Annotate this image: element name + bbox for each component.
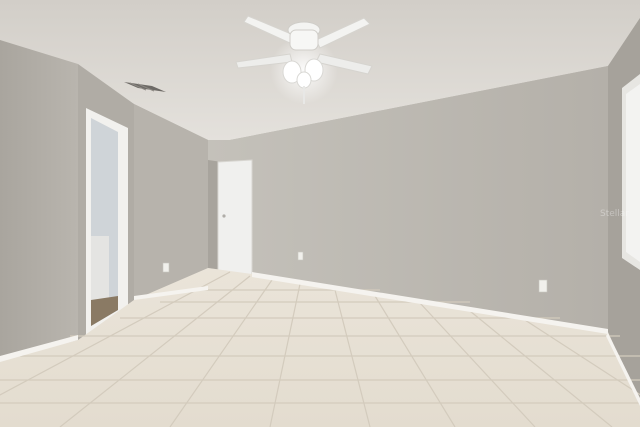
left-wall — [0, 40, 78, 360]
electrical-outlet-icon — [538, 279, 548, 293]
bathroom-doorway[interactable] — [86, 108, 128, 336]
room-photo: Stellar — [0, 0, 640, 427]
hallway-door[interactable] — [208, 159, 253, 279]
electrical-outlet-icon — [297, 251, 304, 261]
electrical-outlet-icon — [162, 262, 170, 273]
watermark-logo: Stellar — [600, 209, 629, 219]
